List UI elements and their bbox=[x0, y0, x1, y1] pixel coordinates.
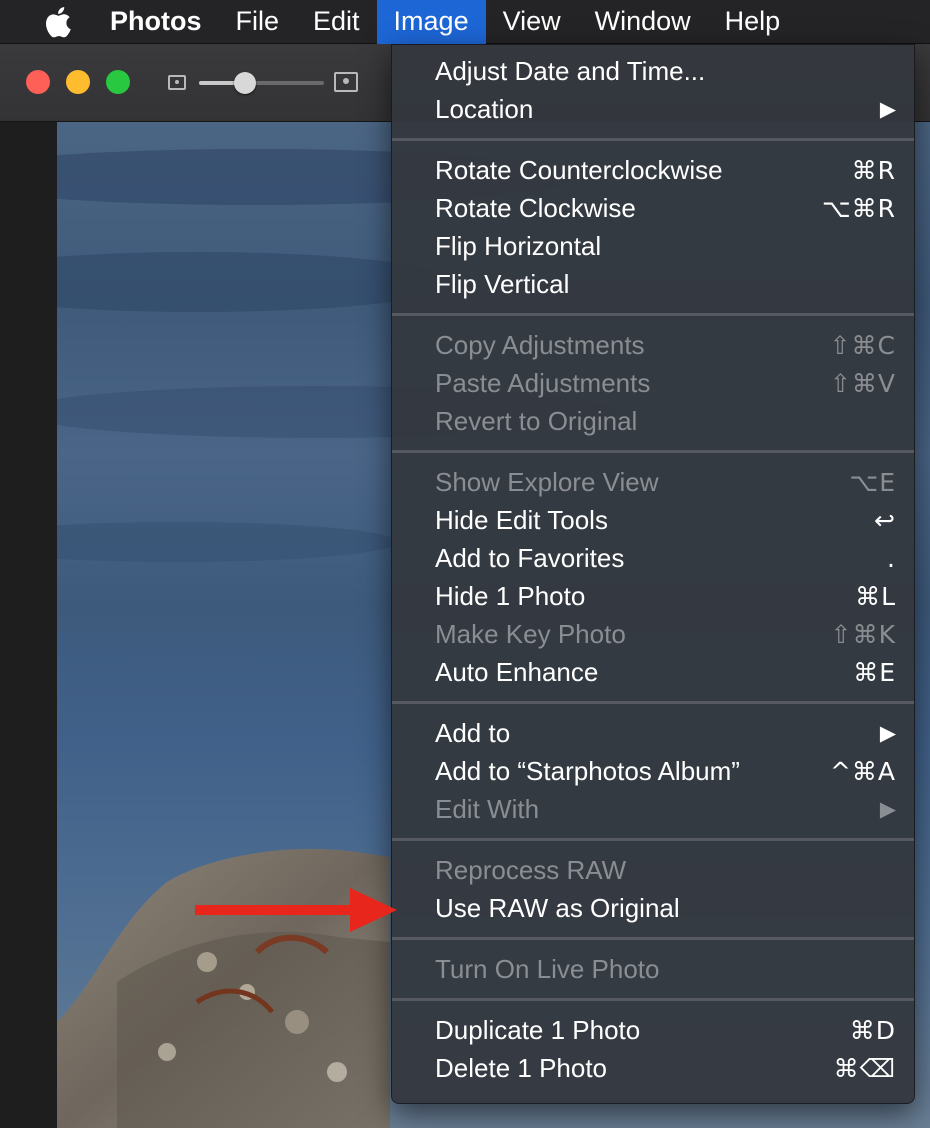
shortcut-label: ⌥E bbox=[849, 467, 896, 497]
menu-file[interactable]: File bbox=[219, 0, 297, 44]
menu-item-turn-on-live-photo: Turn On Live Photo bbox=[435, 953, 660, 984]
menu-item-use-raw-as-original[interactable]: Use RAW as Original bbox=[392, 889, 914, 927]
image-menu-dropdown: Adjust Date and Time... Location ▶ Rotat… bbox=[391, 44, 915, 1104]
small-thumbnail-icon bbox=[168, 75, 186, 90]
menu-item-add-to-favorites[interactable]: Add to Favorites . bbox=[392, 539, 914, 577]
shortcut-label: ^⌘A bbox=[829, 756, 896, 786]
apple-logo-icon bbox=[45, 6, 71, 37]
shortcut-label: ⇧⌘K bbox=[830, 619, 896, 649]
menu-item-show-explore-view: Show Explore View ⌥E bbox=[435, 466, 896, 497]
menu-item-reprocess-raw: Reprocess RAW bbox=[435, 854, 627, 885]
menu-separator bbox=[392, 998, 914, 1001]
return-key-icon: ↩ bbox=[874, 505, 896, 535]
menu-item-hide-photo[interactable]: Hide 1 Photo ⌘L bbox=[392, 577, 914, 615]
menu-image[interactable]: Image bbox=[376, 0, 486, 44]
menu-item-add-to[interactable]: Add to ▶ bbox=[392, 714, 914, 752]
menu-photos[interactable]: Photos bbox=[110, 0, 219, 44]
shortcut-label: ⇧⌘V bbox=[829, 368, 896, 398]
sidebar-edge bbox=[0, 122, 57, 1128]
menu-item-location[interactable]: Location ▶ bbox=[392, 90, 914, 128]
submenu-arrow-icon: ▶ bbox=[879, 721, 896, 745]
submenu-arrow-icon: ▶ bbox=[879, 97, 896, 121]
menu-separator bbox=[392, 450, 914, 453]
menu-item-auto-enhance[interactable]: Auto Enhance ⌘E bbox=[392, 653, 914, 691]
menu-separator bbox=[392, 313, 914, 316]
menu-item-rotate-clockwise[interactable]: Rotate Clockwise ⌥⌘R bbox=[392, 189, 914, 227]
menu-item-copy-adjustments: Copy Adjustments ⇧⌘C bbox=[435, 329, 896, 360]
menu-bar: Photos File Edit Image View Window Help bbox=[0, 0, 930, 44]
menu-item-flip-vertical[interactable]: Flip Vertical bbox=[392, 265, 914, 303]
menu-item-add-to-album[interactable]: Add to “Starphotos Album” ^⌘A bbox=[392, 752, 914, 790]
menu-item-flip-horizontal[interactable]: Flip Horizontal bbox=[392, 227, 914, 265]
menu-separator bbox=[392, 838, 914, 841]
menu-help[interactable]: Help bbox=[708, 0, 798, 44]
menu-edit[interactable]: Edit bbox=[296, 0, 377, 44]
shortcut-label: ⌘L bbox=[855, 581, 896, 611]
menu-view[interactable]: View bbox=[486, 0, 578, 44]
submenu-arrow-icon: ▶ bbox=[879, 797, 896, 821]
red-arrow-annotation bbox=[195, 888, 397, 932]
shortcut-label: ⌘⌫ bbox=[833, 1053, 896, 1083]
menu-item-paste-adjustments: Paste Adjustments ⇧⌘V bbox=[435, 367, 896, 398]
shortcut-label: ⇧⌘C bbox=[829, 330, 896, 360]
close-button[interactable] bbox=[26, 70, 50, 94]
menu-item-delete-photo[interactable]: Delete 1 Photo ⌘⌫ bbox=[392, 1049, 914, 1087]
menu-separator bbox=[392, 138, 914, 141]
menu-item-adjust-date-time[interactable]: Adjust Date and Time... bbox=[392, 52, 914, 90]
menu-item-duplicate-photo[interactable]: Duplicate 1 Photo ⌘D bbox=[392, 1011, 914, 1049]
shortcut-label: ⌘D bbox=[849, 1015, 896, 1045]
menu-item-hide-edit-tools[interactable]: Hide Edit Tools ↩ bbox=[392, 501, 914, 539]
shortcut-label: ⌥⌘R bbox=[821, 193, 896, 223]
fullscreen-button[interactable] bbox=[106, 70, 130, 94]
zoom-slider-handle[interactable] bbox=[234, 72, 256, 94]
menu-item-revert-to-original: Revert to Original bbox=[435, 405, 638, 436]
menu-item-make-key-photo: Make Key Photo ⇧⌘K bbox=[435, 618, 896, 649]
menu-separator bbox=[392, 701, 914, 704]
minimize-button[interactable] bbox=[66, 70, 90, 94]
menu-separator bbox=[392, 937, 914, 940]
shortcut-label: ⌘E bbox=[853, 657, 896, 687]
apple-menu[interactable] bbox=[37, 0, 77, 44]
menu-item-edit-with: Edit With ▶ bbox=[435, 793, 896, 824]
menu-item-rotate-counterclockwise[interactable]: Rotate Counterclockwise ⌘R bbox=[392, 151, 914, 189]
shortcut-label: . bbox=[887, 543, 896, 573]
menu-window[interactable]: Window bbox=[578, 0, 708, 44]
large-thumbnail-icon bbox=[334, 72, 358, 92]
shortcut-label: ⌘R bbox=[851, 155, 896, 185]
